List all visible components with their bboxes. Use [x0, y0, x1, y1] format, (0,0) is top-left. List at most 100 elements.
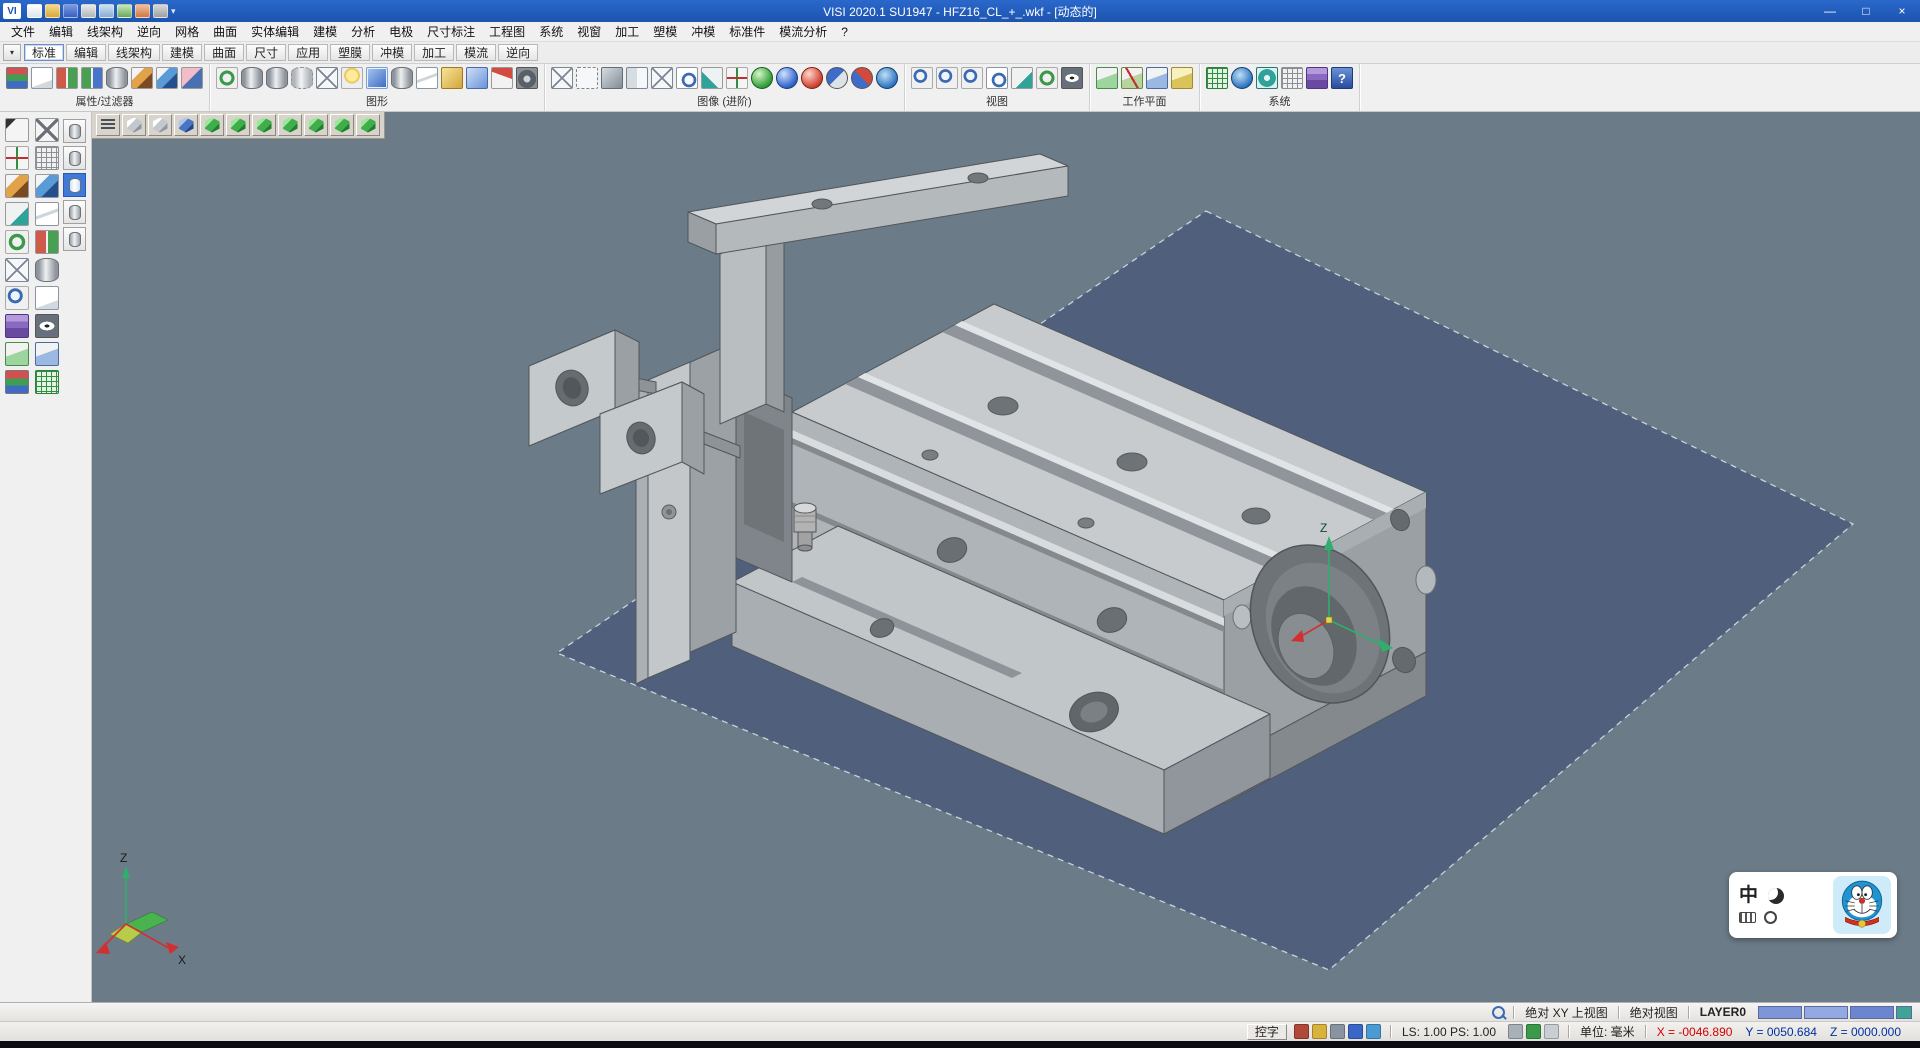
- tab-9[interactable]: 冲模: [372, 44, 412, 61]
- menu-item-18[interactable]: 标准件: [722, 21, 772, 42]
- tab-2[interactable]: 编辑: [66, 44, 106, 61]
- info-icon[interactable]: [1366, 1024, 1381, 1039]
- new-file-icon[interactable]: [27, 4, 42, 18]
- render-analysis-icon[interactable]: [676, 67, 698, 89]
- active-layer-indicator[interactable]: LAYER0: [1692, 1005, 1754, 1019]
- tab-10[interactable]: 加工: [414, 44, 454, 61]
- screen-capture-icon[interactable]: [516, 67, 538, 89]
- view-side-button[interactable]: [330, 114, 354, 136]
- swap-entities-icon[interactable]: [35, 230, 59, 254]
- show-edges-icon[interactable]: [316, 67, 338, 89]
- view-iso-ne-button[interactable]: [200, 114, 224, 136]
- environment-map-icon[interactable]: [876, 67, 898, 89]
- tab-7[interactable]: 应用: [288, 44, 328, 61]
- menu-item-3[interactable]: 线架构: [80, 21, 130, 42]
- pan-view-icon[interactable]: [1011, 67, 1033, 89]
- axes-tool-icon[interactable]: [5, 146, 29, 170]
- layer-color-2[interactable]: [1804, 1006, 1848, 1019]
- show-transparent-icon[interactable]: [291, 67, 313, 89]
- menu-item-2[interactable]: 编辑: [42, 21, 80, 42]
- draft-analysis-icon[interactable]: [776, 67, 798, 89]
- axis-display-icon[interactable]: [726, 67, 748, 89]
- tab-8[interactable]: 塑膜: [330, 44, 370, 61]
- layer-color-1[interactable]: [1758, 1006, 1802, 1019]
- absolute-view-indicator[interactable]: 绝对视图: [1622, 1004, 1686, 1021]
- erase-tool-icon[interactable]: [35, 118, 59, 142]
- calculator-icon[interactable]: [1544, 1024, 1559, 1039]
- zoom-out-icon[interactable]: [936, 67, 958, 89]
- view-manager-icon[interactable]: [1061, 67, 1083, 89]
- view-iso-sw-button[interactable]: [278, 114, 302, 136]
- menu-item-17[interactable]: 冲模: [684, 21, 722, 42]
- curvature-analysis-icon[interactable]: [801, 67, 823, 89]
- filter-solids-icon[interactable]: [63, 200, 86, 224]
- menu-item-14[interactable]: 视窗: [570, 21, 608, 42]
- edit-attributes-icon[interactable]: [131, 67, 153, 89]
- layer-stack-icon[interactable]: [5, 314, 29, 338]
- status-zoom-icon[interactable]: [1492, 1006, 1505, 1019]
- sync-icon[interactable]: [1526, 1024, 1541, 1039]
- highlight-box-icon[interactable]: [441, 67, 463, 89]
- view-menu-button[interactable]: [96, 114, 120, 136]
- view-iso-se-button[interactable]: [252, 114, 276, 136]
- section-pie-icon[interactable]: [826, 67, 848, 89]
- copy-entities-icon[interactable]: [35, 202, 59, 226]
- swap-solid-icon[interactable]: [81, 67, 103, 89]
- lock-icon[interactable]: [1508, 1024, 1523, 1039]
- plane-xz-icon[interactable]: [35, 342, 59, 366]
- workplane-create-icon[interactable]: [1096, 67, 1118, 89]
- color-attributes-icon[interactable]: [6, 67, 28, 89]
- maximize-button[interactable]: □: [1848, 0, 1884, 22]
- edit-layer-icon[interactable]: [156, 67, 178, 89]
- minimize-button[interactable]: —: [1812, 0, 1848, 22]
- undo-icon[interactable]: [135, 4, 150, 18]
- tab-6[interactable]: 尺寸: [246, 44, 286, 61]
- close-button[interactable]: ×: [1884, 0, 1920, 22]
- history-icon[interactable]: [1294, 1024, 1309, 1039]
- copy-graphics-icon[interactable]: [416, 67, 438, 89]
- workplane-list-icon[interactable]: [1171, 67, 1193, 89]
- pan-tool-icon[interactable]: [5, 202, 29, 226]
- tab-dropdown-button[interactable]: ▾: [3, 44, 21, 61]
- windows-taskbar[interactable]: [0, 1041, 1920, 1048]
- render-hidden-line-icon[interactable]: [576, 67, 598, 89]
- tab-11[interactable]: 模流: [456, 44, 496, 61]
- swap-wireframe-icon[interactable]: [56, 67, 78, 89]
- ime-language-indicator[interactable]: 中: [1739, 886, 1758, 905]
- grid-settings-icon[interactable]: [1206, 67, 1228, 89]
- tab-5[interactable]: 曲面: [204, 44, 244, 61]
- menu-item-11[interactable]: 尺寸标注: [420, 21, 482, 42]
- render-mixed-icon[interactable]: [626, 67, 648, 89]
- filter-wireframe-icon[interactable]: [63, 146, 86, 170]
- regen-display-icon[interactable]: [5, 230, 29, 254]
- shaded-mode-icon[interactable]: [366, 67, 388, 89]
- show-solids-icon[interactable]: [241, 67, 263, 89]
- marker-flag-icon[interactable]: [491, 67, 513, 89]
- menu-item-20[interactable]: ?: [834, 23, 855, 41]
- show-surfaces-icon[interactable]: [266, 67, 288, 89]
- system-globe-icon[interactable]: [1231, 67, 1253, 89]
- titlebar[interactable]: VI ▾ VISI 2020.1 SU1947 - HFZ16_CL_+_.wk…: [0, 0, 1920, 22]
- plot-icon[interactable]: [117, 4, 132, 18]
- workplane-origin-icon[interactable]: [1146, 67, 1168, 89]
- system-settings-icon[interactable]: [1256, 67, 1278, 89]
- select-tool-icon[interactable]: [5, 118, 29, 142]
- undercut-analysis-icon[interactable]: [851, 67, 873, 89]
- 3d-viewport[interactable]: Z Z X 中: [92, 112, 1920, 1002]
- view-shade-toggle[interactable]: [122, 114, 146, 136]
- workplane-align-icon[interactable]: [1121, 67, 1143, 89]
- menu-item-1[interactable]: 文件: [4, 21, 42, 42]
- solid-primitive-icon[interactable]: [35, 258, 59, 282]
- zoom-in-icon[interactable]: [911, 67, 933, 89]
- print-icon[interactable]: [81, 4, 96, 18]
- clear-filter-icon[interactable]: [181, 67, 203, 89]
- snap-grid-icon[interactable]: [1281, 67, 1303, 89]
- zoom-fit-icon[interactable]: [961, 67, 983, 89]
- 3d-scene[interactable]: Z Z X: [92, 112, 1920, 1002]
- filter-points-icon[interactable]: [63, 119, 86, 143]
- view-front-button[interactable]: [304, 114, 328, 136]
- view-wire-toggle[interactable]: [148, 114, 172, 136]
- menu-item-4[interactable]: 逆向: [130, 21, 168, 42]
- tab-3[interactable]: 线架构: [108, 44, 160, 61]
- menu-item-6[interactable]: 曲面: [206, 21, 244, 42]
